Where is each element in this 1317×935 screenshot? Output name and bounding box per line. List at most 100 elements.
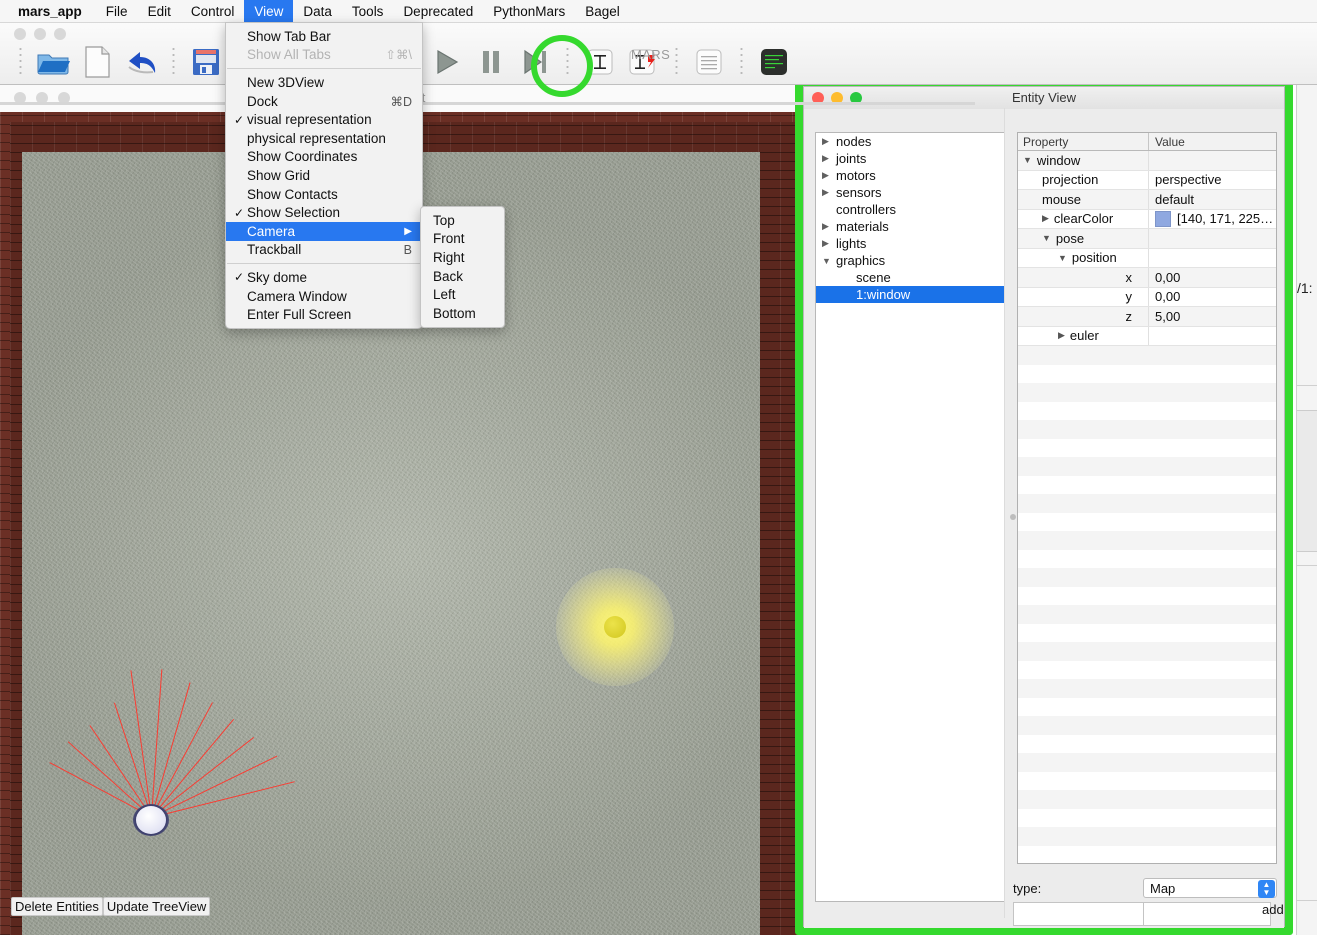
tree-item-nodes[interactable]: ▶ nodes bbox=[816, 133, 1004, 150]
menu-item-camera[interactable]: Camera ▶ bbox=[226, 221, 422, 241]
chevron-down-icon[interactable]: ▼ bbox=[1042, 233, 1051, 243]
minimize-icon[interactable] bbox=[34, 28, 46, 40]
delete-entities-button[interactable]: Delete Entities bbox=[11, 897, 103, 916]
menu-item-show-coordinates[interactable]: Show Coordinates bbox=[226, 148, 422, 167]
menu-item-show-selection[interactable]: ✓ Show Selection bbox=[226, 203, 422, 222]
table-row[interactable]: ▼ window bbox=[1018, 151, 1276, 171]
menu-item-physical-representation[interactable]: physical representation bbox=[226, 129, 422, 148]
chevron-down-icon[interactable]: ▼ bbox=[1058, 253, 1067, 263]
chevron-right-icon[interactable]: ▶ bbox=[822, 170, 836, 181]
menu-item-edit[interactable]: Edit bbox=[138, 0, 181, 22]
horizontal-scrollbar[interactable] bbox=[0, 102, 975, 105]
add-button[interactable]: add bbox=[1262, 902, 1284, 917]
lines-panel-icon[interactable] bbox=[687, 41, 731, 83]
close-icon[interactable] bbox=[14, 28, 26, 40]
chevron-right-icon[interactable]: ▶ bbox=[822, 187, 836, 198]
undo-icon[interactable] bbox=[119, 41, 163, 83]
chevron-right-icon[interactable]: ▶ bbox=[1058, 330, 1065, 341]
menu-item-data[interactable]: Data bbox=[293, 0, 342, 22]
tree-item-joints[interactable]: ▶ joints bbox=[816, 150, 1004, 167]
table-row[interactable]: ▼ position bbox=[1018, 248, 1276, 268]
camera-submenu-item-right[interactable]: Right bbox=[421, 248, 504, 267]
table-row[interactable]: mouse default bbox=[1018, 190, 1276, 210]
value-cell[interactable]: 5,00 bbox=[1149, 307, 1276, 326]
new-document-icon[interactable] bbox=[75, 41, 119, 83]
open-folder-icon[interactable] bbox=[31, 41, 75, 83]
tree-item-lights[interactable]: ▶ lights bbox=[816, 235, 1004, 252]
terminal-icon[interactable] bbox=[752, 41, 796, 83]
table-row[interactable]: ▶ clearColor [140, 171, 225… bbox=[1018, 209, 1276, 229]
value-cell[interactable]: default bbox=[1149, 190, 1276, 209]
chevron-right-icon[interactable]: ▶ bbox=[1042, 213, 1049, 224]
color-swatch[interactable] bbox=[1155, 210, 1171, 227]
entity-value-input[interactable] bbox=[1143, 902, 1271, 926]
menu-item-view[interactable]: View bbox=[244, 0, 294, 22]
value-cell[interactable]: 0,00 bbox=[1149, 288, 1276, 307]
main-window-traffic-lights[interactable] bbox=[14, 28, 66, 40]
view-menu-dropdown[interactable]: Show Tab Bar Show All Tabs ⇧⌘\ New 3DView Do… bbox=[225, 22, 423, 329]
chevron-right-icon[interactable]: ▶ bbox=[822, 153, 836, 164]
menu-item-new-3dview[interactable]: New 3DView bbox=[226, 73, 422, 92]
value-cell[interactable] bbox=[1149, 249, 1276, 268]
table-row[interactable]: projection perspective bbox=[1018, 170, 1276, 190]
pause-icon[interactable] bbox=[469, 41, 513, 83]
property-table[interactable]: Property Value ▼ window projection perspect… bbox=[1017, 132, 1277, 864]
menu-item-sky-dome[interactable]: ✓ Sky dome bbox=[226, 268, 422, 287]
entity-tree[interactable]: ▶ nodes ▶ joints ▶ motors ▶ sensors controllers ▶… bbox=[815, 132, 1005, 902]
chevron-right-icon[interactable]: ▶ bbox=[822, 238, 836, 249]
panel-splitter[interactable] bbox=[1004, 108, 1005, 918]
table-row[interactable]: x 0,00 bbox=[1018, 268, 1276, 288]
menu-item-show-contacts[interactable]: Show Contacts bbox=[226, 185, 422, 204]
menu-item-bagel[interactable]: Bagel bbox=[575, 0, 630, 22]
camera-submenu-item-top[interactable]: Top bbox=[421, 211, 504, 230]
tree-item-controllers[interactable]: controllers bbox=[816, 201, 1004, 218]
menu-item-control[interactable]: Control bbox=[181, 0, 245, 22]
step-forward-icon[interactable] bbox=[513, 41, 557, 83]
chevron-down-icon[interactable]: ▼ bbox=[822, 256, 836, 266]
value-cell[interactable] bbox=[1149, 327, 1276, 346]
robot-icon[interactable] bbox=[136, 806, 166, 834]
menu-item-file[interactable]: File bbox=[96, 0, 138, 22]
menu-item-enter-full-screen[interactable]: Enter Full Screen bbox=[226, 305, 422, 324]
tree-item-scene[interactable]: scene bbox=[816, 269, 1004, 286]
value-cell[interactable] bbox=[1149, 151, 1276, 170]
tree-item-1-window[interactable]: 1:window bbox=[816, 286, 1004, 303]
menu-item-visual-representation[interactable]: ✓ visual representation bbox=[226, 110, 422, 129]
menu-item-deprecated[interactable]: Deprecated bbox=[393, 0, 483, 22]
table-row[interactable]: ▼ pose bbox=[1018, 229, 1276, 249]
camera-submenu-item-bottom[interactable]: Bottom bbox=[421, 304, 504, 323]
chevron-right-icon[interactable]: ▶ bbox=[822, 136, 836, 147]
table-row[interactable]: z 5,00 bbox=[1018, 307, 1276, 327]
save-floppy-icon[interactable] bbox=[184, 41, 228, 83]
menu-item-camera-window[interactable]: Camera Window bbox=[226, 287, 422, 306]
table-row[interactable]: y 0,00 bbox=[1018, 287, 1276, 307]
menu-item-dock[interactable]: Dock ⌘D bbox=[226, 92, 422, 111]
camera-submenu-item-left[interactable]: Left bbox=[421, 285, 504, 304]
menu-item-show-all-tabs[interactable]: Show All Tabs ⇧⌘\ bbox=[226, 46, 422, 65]
entity-name-input[interactable] bbox=[1013, 902, 1147, 926]
camera-submenu-item-back[interactable]: Back bbox=[421, 267, 504, 286]
menu-item-show-grid[interactable]: Show Grid bbox=[226, 166, 422, 185]
menu-item-trackball[interactable]: Trackball B bbox=[226, 241, 422, 260]
tree-item-materials[interactable]: ▶ materials bbox=[816, 218, 1004, 235]
value-cell[interactable]: [140, 171, 225… bbox=[1149, 210, 1276, 229]
menu-item-tools[interactable]: Tools bbox=[342, 0, 394, 22]
stepper-icon[interactable]: ▲ ▼ bbox=[1258, 880, 1275, 898]
menu-item-show-tab-bar[interactable]: Show Tab Bar bbox=[226, 27, 422, 46]
chevron-down-icon[interactable]: ▼ bbox=[1023, 155, 1032, 165]
play-icon[interactable] bbox=[425, 41, 469, 83]
menu-item-pythonmars[interactable]: PythonMars bbox=[483, 0, 575, 22]
tree-item-graphics[interactable]: ▼ graphics bbox=[816, 252, 1004, 269]
text-edit-icon[interactable] bbox=[578, 41, 622, 83]
splitter-handle[interactable] bbox=[1010, 514, 1016, 520]
menu-item-mars-app[interactable]: mars_app bbox=[0, 0, 96, 22]
tree-item-motors[interactable]: ▶ motors bbox=[816, 167, 1004, 184]
camera-submenu[interactable]: Top Front Right Back Left Bottom bbox=[420, 206, 505, 328]
chevron-right-icon[interactable]: ▶ bbox=[822, 221, 836, 232]
update-treeview-button[interactable]: Update TreeView bbox=[102, 897, 211, 916]
entity-view-titlebar[interactable]: Entity View bbox=[804, 87, 1284, 110]
maximize-icon[interactable] bbox=[54, 28, 66, 40]
value-cell[interactable]: 0,00 bbox=[1149, 268, 1276, 287]
camera-submenu-item-front[interactable]: Front bbox=[421, 230, 504, 249]
value-cell[interactable]: perspective bbox=[1149, 171, 1276, 190]
